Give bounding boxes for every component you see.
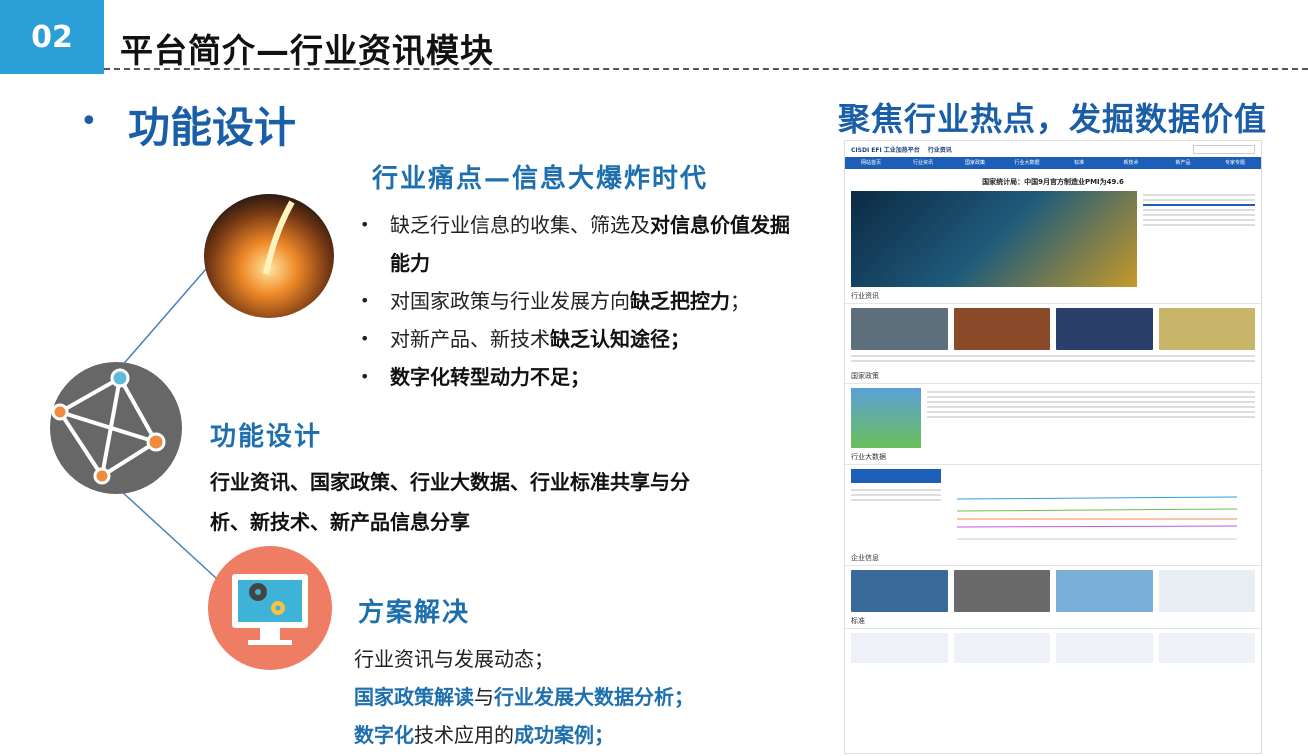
pain-heading: 行业痛点—信息大爆炸时代 (372, 164, 709, 194)
site-section-title: 国家政策 (845, 367, 1261, 384)
site-nav-item: 标准 (1073, 160, 1084, 166)
website-screenshot: CISDI EFI 工业加热平台 行业资讯 网站首页 行业资讯 国家政策 行业大… (844, 140, 1262, 754)
right-heading: 聚焦行业热点，发掘数据价值 (838, 100, 1268, 138)
bullet-icon: • (360, 329, 370, 348)
monitor-gears-icon (208, 546, 332, 670)
solution-heading: 方案解决 (358, 598, 471, 628)
site-section-title: 标准 (845, 612, 1261, 629)
pain-text: 对新产品、新技术 (390, 327, 550, 351)
main-heading: 功能设计 (128, 103, 297, 152)
site-section-title: 行业资讯 (845, 287, 1261, 304)
site-logo: CISDI EFI 工业加热平台 (851, 146, 920, 154)
pain-strong: 缺乏把控力 (630, 289, 730, 313)
pain-text: 对国家政策与行业发展方向 (390, 289, 630, 313)
site-line-chart (956, 496, 1238, 540)
site-search-input (1193, 144, 1255, 154)
pain-item: • 对国家政策与行业发展方向缺乏把控力； (360, 282, 800, 320)
page-title: 平台简介—行业资讯模块 (120, 31, 494, 70)
site-nav-item: 行业资讯 (912, 160, 933, 166)
bullet-icon: • (360, 291, 370, 310)
site-thumb-row (845, 633, 1261, 663)
bullet-icon: • (360, 367, 370, 386)
site-hero-list (1143, 191, 1255, 287)
site-headline: 国家统计局：中国9月官方制造业PMI为49.6 (982, 178, 1124, 186)
solution-text: 与 (474, 685, 494, 709)
pain-tail: ； (730, 289, 750, 313)
pain-item: • 缺乏行业信息的收集、筛选及对信息价值发掘能力 (360, 206, 800, 282)
site-nav: 网站首页 行业资讯 国家政策 行业大数据 标准 新技术 新产品 专家专题 (845, 157, 1261, 169)
pain-strong: 缺乏认知途径； (550, 327, 690, 351)
solution-line: 行业资讯与发展动态； (354, 647, 554, 671)
solution-line: 国家政策解读与行业发展大数据分析； (354, 678, 694, 716)
site-nav-item: 网站首页 (860, 160, 881, 166)
pain-item: • 数字化转型动力不足； (360, 358, 800, 396)
function-text: 行业资讯、国家政策、行业大数据、行业标准共享与分析、新技术、新产品信息分享 (210, 470, 690, 534)
solution-strong: 数字化 (354, 723, 414, 747)
site-section-title: 行业大数据 (845, 448, 1261, 465)
solution-line: 数字化技术应用的成功案例； (354, 716, 614, 754)
bullet-icon: • (80, 104, 98, 139)
site-hero-image (851, 191, 1137, 287)
site-nav-item: 专家专题 (1224, 160, 1245, 166)
site-nav-item: 新产品 (1175, 160, 1191, 166)
pain-list: • 缺乏行业信息的收集、筛选及对信息价值发掘能力 • 对国家政策与行业发展方向缺… (360, 206, 800, 396)
solution-strong: 成功案例； (514, 723, 614, 747)
solution-strong: 行业发展大数据分析； (494, 685, 694, 709)
solution-strong: 国家政策解读 (354, 685, 474, 709)
pain-item: • 对新产品、新技术缺乏认知途径； (360, 320, 800, 358)
section-number: 02 (0, 0, 104, 74)
site-nav-item: 新技术 (1123, 160, 1139, 166)
bullet-icon: • (360, 215, 370, 234)
solution-text: 技术应用的 (414, 723, 514, 747)
pain-strong: 数字化转型动力不足； (390, 365, 590, 389)
site-nav-item: 行业大数据 (1014, 160, 1040, 166)
function-heading: 功能设计 (210, 422, 323, 452)
site-section: 行业资讯 (927, 146, 952, 154)
pain-text: 缺乏行业信息的收集、筛选及 (390, 213, 650, 237)
molten-metal-image (204, 194, 334, 318)
site-section-title: 企业信息 (845, 549, 1261, 566)
site-thumb-row (845, 570, 1261, 612)
title-divider (104, 68, 1308, 70)
site-thumb-row (845, 308, 1261, 350)
site-nav-item: 国家政策 (964, 160, 985, 166)
